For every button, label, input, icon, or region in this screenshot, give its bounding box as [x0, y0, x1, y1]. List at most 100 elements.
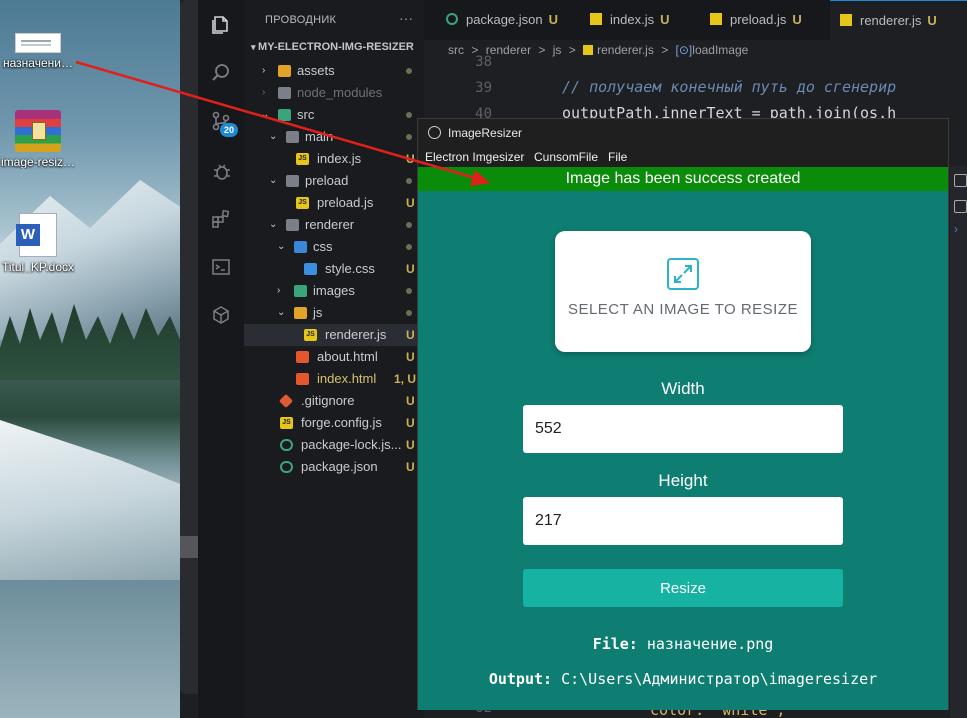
tree-folder-assets[interactable]: › assets — [244, 60, 424, 82]
javascript-file-icon — [710, 13, 722, 25]
tree-folder-main[interactable]: ⌄ main — [244, 126, 424, 148]
tree-file-index-js[interactable]: JS index.js U — [244, 148, 424, 170]
folder-icon — [294, 241, 307, 253]
dropzone-label: SELECT AN IMAGE TO RESIZE — [567, 301, 799, 318]
word-document-icon: W — [16, 213, 57, 257]
folder-icon — [286, 175, 299, 187]
tree-file-about-html[interactable]: about.html U — [244, 346, 424, 368]
tree-folder-renderer[interactable]: ⌄ renderer — [244, 214, 424, 236]
wallpaper-lake — [0, 580, 200, 718]
javascript-file-icon: JS — [296, 153, 309, 165]
activity-bar: 20 — [198, 0, 244, 718]
tree-file-package-lock[interactable]: package-lock.js... U — [244, 434, 424, 456]
json-file-icon — [446, 13, 458, 25]
tab-preload-js[interactable]: preload.js U — [710, 0, 828, 40]
folder-icon — [278, 109, 291, 121]
css-file-icon — [304, 263, 317, 275]
breadcrumb-item[interactable]: loadImage — [692, 43, 748, 57]
folder-icon — [294, 307, 307, 319]
file-info-label: File: — [592, 635, 638, 653]
editor-tabs: package.json U index.js U preload.js U rend… — [424, 0, 967, 40]
run-debug-icon[interactable] — [209, 160, 233, 184]
editor-right-edge: › — [950, 166, 967, 718]
image-select-dropzone[interactable]: SELECT AN IMAGE TO RESIZE — [555, 231, 811, 352]
status-dot — [406, 244, 412, 250]
width-label: Width — [661, 379, 705, 398]
line-number: 38 — [475, 54, 492, 70]
tab-index-js[interactable]: index.js U — [590, 0, 700, 40]
panel-toggle-icon[interactable] — [954, 174, 967, 187]
search-icon[interactable] — [209, 62, 233, 86]
javascript-file-icon: JS — [280, 417, 293, 429]
html-file-icon — [296, 373, 309, 385]
app-content: Image has been success created SELECT AN… — [418, 167, 948, 710]
tree-file-preload-js[interactable]: JS preload.js U — [244, 192, 424, 214]
function-symbol-icon: [⊙] — [675, 43, 693, 57]
image-resizer-window: ImageResizer Electron Imgesizer CunsomFi… — [417, 118, 949, 710]
terminal-icon[interactable] — [209, 256, 233, 280]
desktop-icon-label: назначени… — [3, 56, 73, 70]
explorer-root-folder[interactable]: ▾ MY-ELECTRON-IMG-RESIZER — [251, 41, 414, 53]
status-dot — [406, 134, 412, 140]
folder-icon — [286, 219, 299, 231]
html-file-icon — [296, 351, 309, 363]
desktop-wallpaper — [0, 0, 200, 718]
tree-folder-node-modules[interactable]: › node_modules — [244, 82, 424, 104]
height-input[interactable] — [523, 497, 843, 545]
extensions-icon[interactable] — [209, 208, 233, 232]
status-dot — [406, 310, 412, 316]
breadcrumb-item[interactable]: js — [553, 43, 562, 57]
scroll-thumb[interactable] — [180, 536, 198, 558]
tree-folder-src[interactable]: ⌄ src — [244, 104, 424, 126]
status-dot — [406, 178, 412, 184]
json-file-icon — [280, 461, 293, 473]
panel-toggle-icon[interactable] — [954, 200, 967, 213]
tree-folder-preload[interactable]: ⌄ preload — [244, 170, 424, 192]
tree-file-forge-config[interactable]: JS forge.config.js U — [244, 412, 424, 434]
folder-icon — [294, 285, 307, 297]
winrar-archive-icon — [15, 110, 61, 152]
code-comment: // получаем конечный путь до сгенерир — [562, 78, 897, 96]
electron-app-icon — [428, 126, 441, 139]
tree-file-gitignore[interactable]: .gitignore U — [244, 390, 424, 412]
breadcrumb-item[interactable]: renderer.js — [597, 43, 654, 57]
tree-folder-js[interactable]: ⌄ js — [244, 302, 424, 324]
menu-bar: Electron Imgesizer CunsomFile File — [418, 147, 948, 167]
chevron-right-icon[interactable]: › — [954, 222, 958, 236]
expand-icon — [667, 258, 699, 290]
tree-folder-images[interactable]: › images — [244, 280, 424, 302]
line-number: 39 — [475, 80, 492, 96]
tab-renderer-js[interactable]: renderer.js U — [830, 0, 967, 40]
menu-electron-imgesizer[interactable]: Electron Imgesizer — [425, 147, 524, 167]
tree-file-renderer-js[interactable]: JS renderer.js U — [244, 324, 424, 346]
menu-cunsomfile[interactable]: CunsomFile — [534, 147, 598, 167]
resize-button[interactable]: Resize — [523, 569, 843, 607]
remote-explorer-icon[interactable] — [209, 304, 233, 328]
explorer-title: ПРОВОДНИК — [265, 14, 337, 26]
tree-file-index-html[interactable]: index.html 1, U — [244, 368, 424, 390]
desktop-icon-docx[interactable]: W Titul_KP.docx — [0, 213, 76, 274]
folder-icon — [278, 65, 291, 77]
tree-folder-css[interactable]: ⌄ css — [244, 236, 424, 258]
more-actions-icon[interactable]: ··· — [399, 10, 413, 26]
breadcrumb-item[interactable]: renderer — [486, 43, 531, 57]
javascript-file-icon — [590, 13, 602, 25]
desktop-icon-archive[interactable]: image-resiz… — [0, 110, 76, 169]
explorer-sidebar: ПРОВОДНИК ··· ▾ MY-ELECTRON-IMG-RESIZER … — [244, 0, 424, 718]
window-frame-left — [180, 0, 198, 694]
status-dot — [406, 112, 412, 118]
menu-file[interactable]: File — [608, 147, 627, 167]
status-dot — [406, 288, 412, 294]
file-info: File: назначение.png — [418, 635, 948, 653]
tree-file-style-css[interactable]: style.css U — [244, 258, 424, 280]
success-alert: Image has been success created — [418, 167, 948, 191]
desktop-icon-label: Titul_KP.docx — [1, 260, 75, 274]
tree-file-package-json[interactable]: package.json U — [244, 456, 424, 478]
folder-icon — [286, 131, 299, 143]
desktop-icon-image-file[interactable]: назначени… — [0, 33, 76, 70]
width-input[interactable] — [523, 405, 843, 453]
explorer-icon[interactable] — [209, 14, 233, 38]
status-dot — [406, 222, 412, 228]
window-titlebar[interactable]: ImageResizer — [418, 119, 948, 147]
tab-package-json[interactable]: package.json U — [442, 0, 582, 40]
